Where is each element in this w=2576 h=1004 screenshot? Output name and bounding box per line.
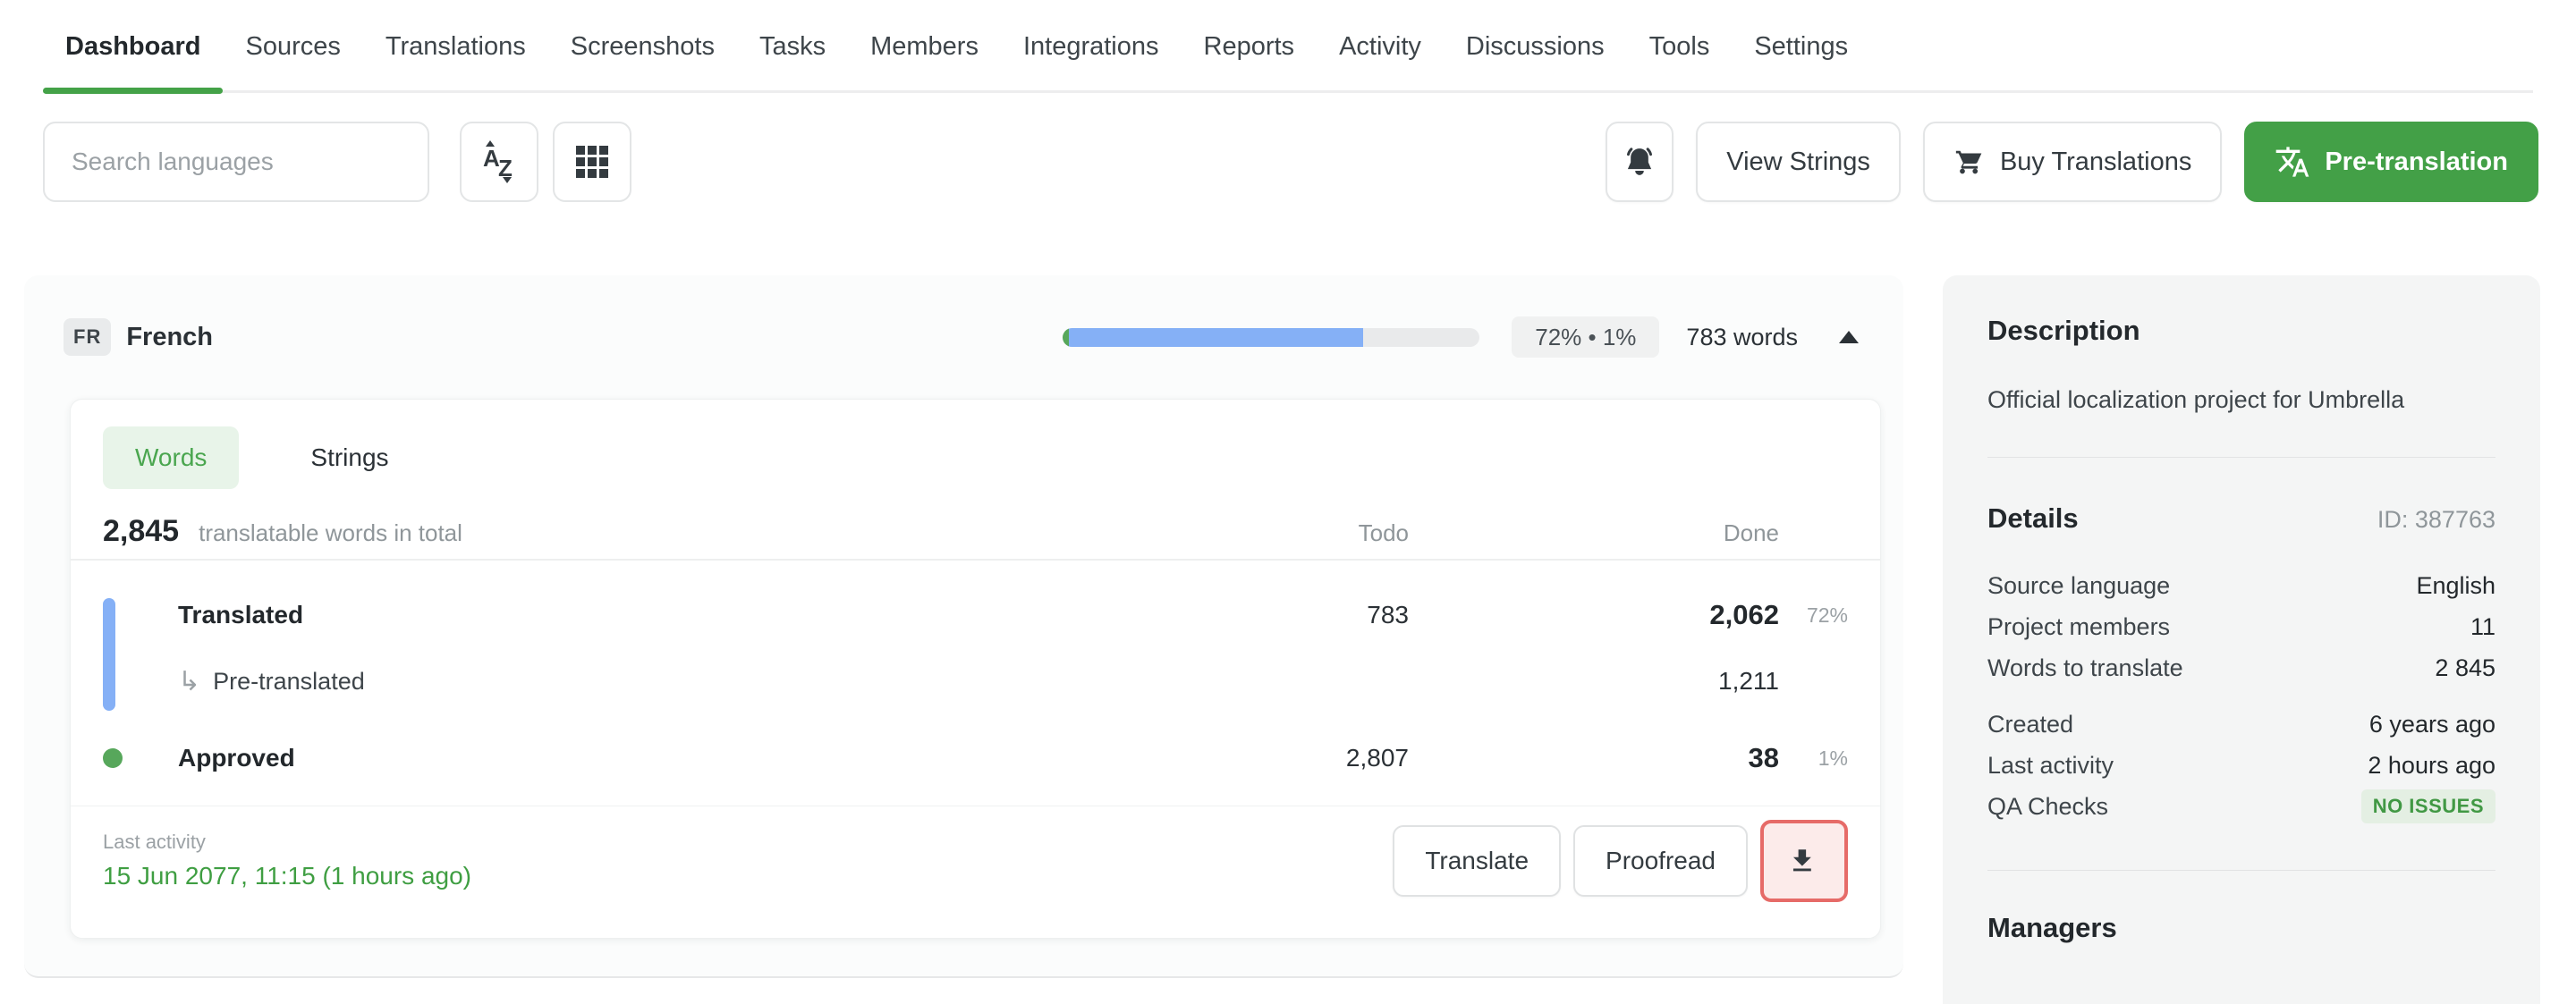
total-words-value: 2,845 xyxy=(103,514,179,549)
stat-row-translated: Translated 783 2,062 72% xyxy=(103,593,1848,637)
translate-button[interactable]: Translate xyxy=(1393,825,1561,897)
sidebar-divider xyxy=(1987,457,2496,458)
tab-integrations[interactable]: Integrations xyxy=(1001,0,1182,93)
cart-icon xyxy=(1953,146,1986,178)
total-words-caption: translatable words in total xyxy=(199,519,462,547)
detail-value: 2 hours ago xyxy=(2368,752,2496,780)
tab-words[interactable]: Words xyxy=(103,426,239,489)
translated-percent: 72% xyxy=(1779,603,1848,628)
progress-percent-badge: 72% • 1% xyxy=(1512,316,1659,358)
project-id: ID: 387763 xyxy=(2377,506,2496,534)
description-title: Description xyxy=(1987,315,2496,347)
pre-translation-button[interactable]: Pre-translation xyxy=(2244,122,2538,202)
detail-label: Created xyxy=(1987,711,2073,738)
last-activity-value: 15 Jun 2077, 11:15 (1 hours ago) xyxy=(103,862,1380,890)
totals-row: 2,845 translatable words in total Todo D… xyxy=(71,489,1880,555)
tab-strings[interactable]: Strings xyxy=(278,426,420,489)
managers-title: Managers xyxy=(1987,912,2496,944)
language-code-badge: FR xyxy=(64,318,111,356)
sidebar-divider xyxy=(1987,870,2496,871)
tab-activity[interactable]: Activity xyxy=(1317,0,1444,93)
stat-row-approved: Approved 2,807 38 1% xyxy=(103,736,1848,780)
detail-row-source-language: Source language English xyxy=(1987,565,2496,606)
detail-row-created: Created 6 years ago xyxy=(1987,704,2496,745)
notification-bell-icon xyxy=(1622,143,1657,181)
detail-value: 11 xyxy=(2470,613,2496,641)
tab-screenshots[interactable]: Screenshots xyxy=(548,0,737,93)
detail-row-last-activity: Last activity 2 hours ago xyxy=(1987,745,2496,786)
detail-label: Project members xyxy=(1987,613,2170,641)
pretranslated-label: Pre-translated xyxy=(213,668,365,696)
sub-branch-icon: ↳ xyxy=(178,666,200,697)
sort-az-icon: A Z xyxy=(478,139,521,185)
toolbar: A Z xyxy=(0,122,2576,202)
download-button[interactable] xyxy=(1760,820,1848,902)
collapse-caret-icon[interactable] xyxy=(1839,331,1859,343)
tab-members[interactable]: Members xyxy=(848,0,1001,93)
language-card-french: FR French 72% • 1% 783 words Words Strin… xyxy=(24,275,1903,978)
column-header-done: Done xyxy=(1409,519,1779,547)
tab-sources[interactable]: Sources xyxy=(223,0,362,93)
detail-label: Last activity xyxy=(1987,752,2114,780)
last-activity-label: Last activity xyxy=(103,831,1380,854)
grid-view-icon xyxy=(576,146,608,178)
column-header-todo: Todo xyxy=(1158,519,1409,547)
translate-icon xyxy=(2275,144,2310,180)
detail-value: 6 years ago xyxy=(2369,711,2496,738)
detail-value: 2 845 xyxy=(2435,654,2496,682)
stat-row-pretranslated: ↳ Pre-translated 1,211 xyxy=(103,659,1848,704)
view-strings-label: View Strings xyxy=(1726,148,1870,177)
detail-label: Source language xyxy=(1987,572,2170,600)
notifications-button[interactable] xyxy=(1606,122,1674,202)
approved-label: Approved xyxy=(178,744,1158,772)
grid-view-button[interactable] xyxy=(553,122,631,202)
translated-label: Translated xyxy=(178,601,1158,629)
detail-row-words-to-translate: Words to translate 2 845 xyxy=(1987,647,2496,688)
approved-done: 38 xyxy=(1409,742,1779,774)
progress-translated-segment xyxy=(1069,328,1363,347)
project-dashboard: Dashboard Sources Translations Screensho… xyxy=(0,0,2576,1004)
translated-done: 2,062 xyxy=(1409,599,1779,631)
view-strings-button[interactable]: View Strings xyxy=(1696,122,1901,202)
tab-translations[interactable]: Translations xyxy=(363,0,548,93)
proofread-button[interactable]: Proofread xyxy=(1573,825,1748,897)
top-nav: Dashboard Sources Translations Screensho… xyxy=(0,0,2576,93)
description-text: Official localization project for Umbrel… xyxy=(1987,386,2496,414)
project-details-sidebar: Description Official localization projec… xyxy=(1943,275,2540,1004)
pre-translation-label: Pre-translation xyxy=(2325,148,2508,177)
language-name: French xyxy=(126,323,213,352)
pretranslated-done: 1,211 xyxy=(1409,667,1779,696)
translated-bar-marker xyxy=(103,598,115,711)
approved-todo: 2,807 xyxy=(1158,744,1409,772)
approved-percent: 1% xyxy=(1779,747,1848,771)
approved-dot-marker xyxy=(103,748,123,768)
search-input[interactable] xyxy=(43,122,429,202)
download-icon xyxy=(1789,846,1819,876)
detail-value: English xyxy=(2416,572,2496,600)
tab-dashboard[interactable]: Dashboard xyxy=(43,0,223,93)
tab-tools[interactable]: Tools xyxy=(1627,0,1733,93)
stats-card: Words Strings 2,845 translatable words i… xyxy=(70,399,1881,939)
qa-checks-label: QA Checks xyxy=(1987,793,2108,821)
tab-discussions[interactable]: Discussions xyxy=(1444,0,1627,93)
buy-translations-label: Buy Translations xyxy=(2000,148,2191,177)
words-todo-count: 783 words xyxy=(1686,324,1798,351)
translated-todo: 783 xyxy=(1158,601,1409,629)
detail-label: Words to translate xyxy=(1987,654,2183,682)
translation-progress-bar xyxy=(1063,328,1479,347)
buy-translations-button[interactable]: Buy Translations xyxy=(1923,122,2222,202)
tab-settings[interactable]: Settings xyxy=(1732,0,1870,93)
progress-approved-segment xyxy=(1063,328,1069,347)
tab-reports[interactable]: Reports xyxy=(1182,0,1318,93)
tab-tasks[interactable]: Tasks xyxy=(737,0,848,93)
qa-status-badge: NO ISSUES xyxy=(2361,789,2496,823)
details-title: Details xyxy=(1987,502,2079,535)
detail-row-qa-checks: QA Checks NO ISSUES xyxy=(1987,786,2496,827)
sort-az-button[interactable]: A Z xyxy=(460,122,538,202)
detail-row-project-members: Project members 11 xyxy=(1987,606,2496,647)
language-card-header[interactable]: FR French 72% • 1% 783 words xyxy=(24,275,1903,399)
